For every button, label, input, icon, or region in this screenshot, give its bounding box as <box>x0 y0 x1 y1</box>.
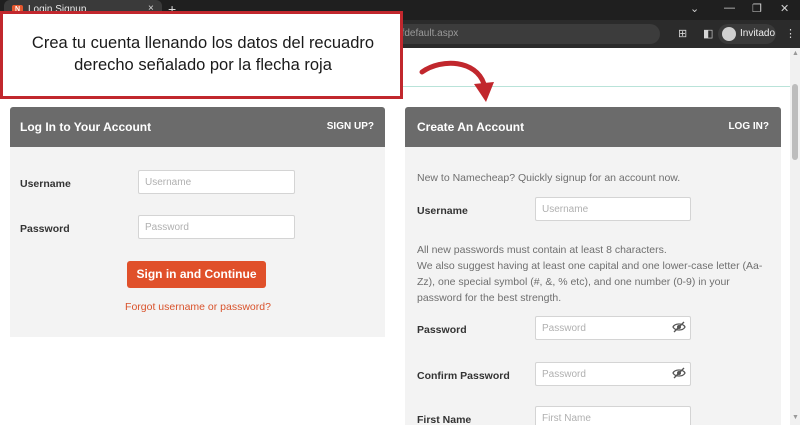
tab-search-icon[interactable]: ⌄ <box>690 2 699 15</box>
confirm-password-label: Confirm Password <box>417 370 510 382</box>
login-password-label: Password <box>20 223 70 235</box>
login-username-input[interactable] <box>138 170 295 194</box>
signup-username-label: Username <box>417 205 468 217</box>
menu-icon[interactable]: ⋮ <box>785 27 796 40</box>
scroll-up-icon[interactable]: ▲ <box>792 50 799 57</box>
first-name-input[interactable] <box>535 406 691 425</box>
signup-password-input[interactable] <box>535 316 691 340</box>
instruction-callout: Crea tu cuenta llenando los datos del re… <box>0 11 403 99</box>
login-title: Log In to Your Account <box>20 120 152 134</box>
login-panel-header: Log In to Your Account SIGN UP? <box>10 107 385 147</box>
password-rules-text: All new passwords must contain at least … <box>417 244 667 256</box>
password-requirements: All new passwords must contain at least … <box>417 242 777 306</box>
signup-link[interactable]: SIGN UP? <box>327 121 374 132</box>
maximize-icon[interactable]: ❐ <box>752 2 762 15</box>
scroll-down-icon[interactable]: ▼ <box>792 414 799 421</box>
sidepanel-icon[interactable]: ◧ <box>703 27 713 40</box>
confirm-password-input[interactable] <box>535 362 691 386</box>
scrollbar-thumb[interactable] <box>792 84 798 160</box>
password-suggestion-text: We also suggest having at least one capi… <box>417 260 763 304</box>
red-arrow-icon <box>419 60 494 102</box>
signup-panel-header: Create An Account LOG IN? <box>405 107 781 147</box>
address-text: ?fdefault.aspx <box>396 28 459 39</box>
avatar-icon <box>722 27 736 41</box>
hide-confirm-password-icon[interactable] <box>672 367 686 382</box>
translate-icon[interactable]: ⊞ <box>678 27 687 40</box>
signup-intro: New to Namecheap? Quickly signup for an … <box>417 172 681 184</box>
profile-label: Invitado <box>740 28 776 39</box>
close-window-icon[interactable]: ✕ <box>780 2 789 15</box>
hide-password-icon[interactable] <box>672 321 686 336</box>
forgot-password-link[interactable]: Forgot username or password? <box>123 301 273 313</box>
sign-in-button[interactable]: Sign in and Continue <box>127 261 266 288</box>
login-password-input[interactable] <box>138 215 295 239</box>
profile-button[interactable]: Invitado <box>718 24 776 44</box>
signup-username-input[interactable] <box>535 197 691 221</box>
first-name-label: First Name <box>417 414 472 425</box>
login-username-label: Username <box>20 178 71 190</box>
login-link[interactable]: LOG IN? <box>728 121 769 132</box>
minimize-icon[interactable]: — <box>724 2 735 14</box>
instruction-text: Crea tu cuenta llenando los datos del re… <box>31 34 375 74</box>
signup-password-label: Password <box>417 324 467 336</box>
signup-title: Create An Account <box>417 120 525 134</box>
